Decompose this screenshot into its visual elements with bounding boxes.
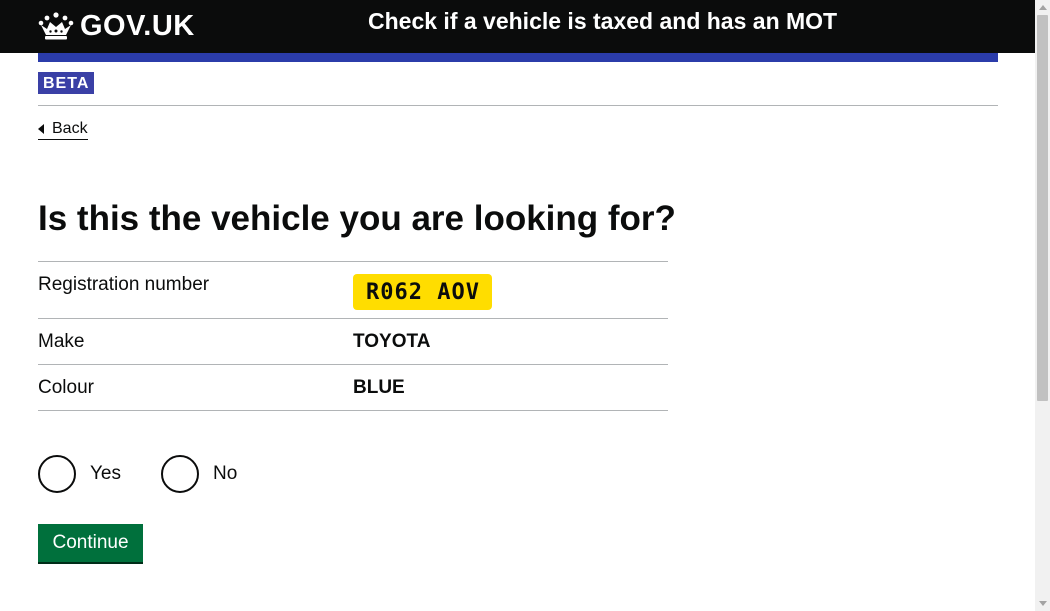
vehicle-confirm-radios: Yes No xyxy=(38,455,277,493)
phase-banner: BETA xyxy=(38,72,998,106)
header-accent-bar xyxy=(38,53,998,62)
page-title: Is this the vehicle you are looking for? xyxy=(38,199,676,238)
scrollbar-thumb[interactable] xyxy=(1037,15,1048,401)
scroll-up-arrow-icon[interactable] xyxy=(1039,5,1047,10)
radio-no[interactable]: No xyxy=(161,455,237,493)
summary-value: TOYOTA xyxy=(353,331,431,352)
govuk-logo-link[interactable]: GOV.UK xyxy=(38,8,195,44)
radio-yes-input[interactable] xyxy=(38,455,76,493)
phase-tag: BETA xyxy=(38,72,95,94)
summary-row-registration: Registration number R062 AOV xyxy=(38,262,668,319)
summary-key: Make xyxy=(38,331,85,352)
page: GOV.UK Check if a vehicle is taxed and h… xyxy=(0,0,1035,611)
service-name-link[interactable]: Check if a vehicle is taxed and has an M… xyxy=(368,6,837,36)
summary-row-colour: Colour BLUE xyxy=(38,365,668,411)
radio-no-input[interactable] xyxy=(161,455,199,493)
summary-key: Colour xyxy=(38,377,94,398)
chevron-left-icon xyxy=(38,124,44,134)
back-link-label: Back xyxy=(52,120,88,137)
radio-no-label[interactable]: No xyxy=(213,462,237,486)
site-header: GOV.UK Check if a vehicle is taxed and h… xyxy=(0,0,1035,53)
continue-button[interactable]: Continue xyxy=(38,524,143,562)
summary-key: Registration number xyxy=(38,274,210,295)
radio-yes[interactable]: Yes xyxy=(38,455,121,493)
summary-value: R062 AOV xyxy=(353,262,492,318)
back-link[interactable]: Back xyxy=(38,120,88,140)
summary-row-make: Make TOYOTA xyxy=(38,319,668,365)
radio-yes-label[interactable]: Yes xyxy=(90,462,121,486)
govuk-logo-text: GOV.UK xyxy=(80,10,195,42)
summary-value: BLUE xyxy=(353,377,405,398)
scroll-down-arrow-icon[interactable] xyxy=(1039,601,1047,606)
crown-icon xyxy=(38,12,74,40)
registration-plate: R062 AOV xyxy=(353,274,492,310)
vehicle-summary-list: Registration number R062 AOV Make TOYOTA… xyxy=(38,261,668,411)
vertical-scrollbar[interactable] xyxy=(1035,0,1050,611)
